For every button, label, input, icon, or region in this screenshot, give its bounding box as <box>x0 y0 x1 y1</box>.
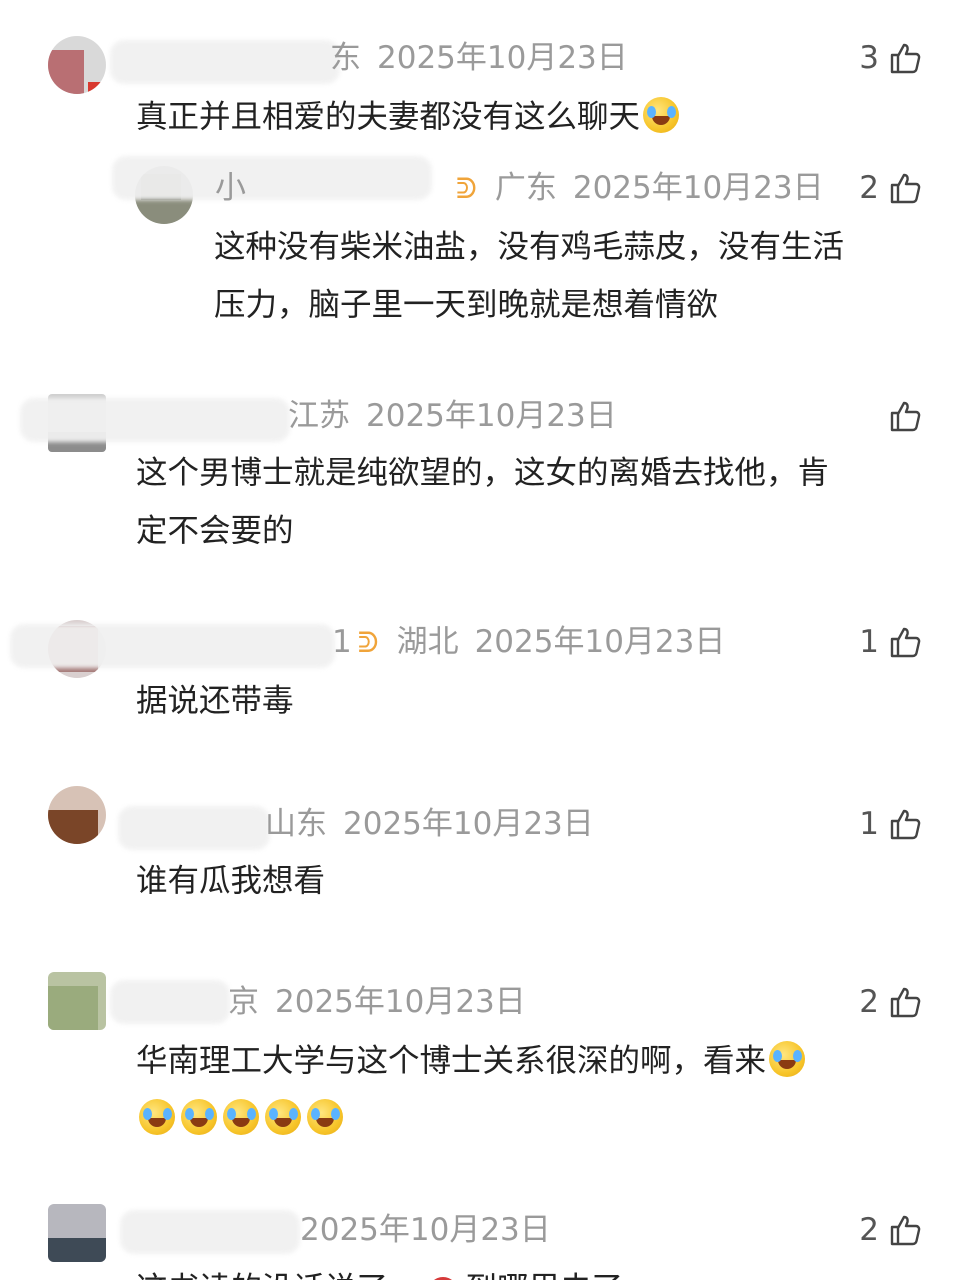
comment-text: 这个男博士就是纯欲望的，这女的离婚去找他，肯 定不会要的 <box>136 455 830 549</box>
comment-text: 这书读的没话说了，!到哪里去了 <box>136 1260 623 1280</box>
comment-date: 2025年10月23日 <box>474 624 726 660</box>
comment-date: 2025年10月23日 <box>572 170 824 206</box>
like-count: 2 <box>859 1212 879 1248</box>
comment-meta: 1 ᕲ 湖北 2025年10月23日 <box>332 620 725 664</box>
thumbs-up-icon <box>889 171 923 205</box>
like-button[interactable]: 3 <box>859 36 923 80</box>
bow-badge-icon: ᕲ <box>357 626 379 659</box>
comment-meta: 山东 2025年10月23日 <box>265 802 594 846</box>
like-button[interactable]: 1 <box>859 802 923 846</box>
comment-text: 这种没有柴米油盐，没有鸡毛蒜皮，没有生活 压力，脑子里一天到晚就是想着情欲 <box>214 229 845 323</box>
laugh-cry-emoji-icon <box>643 97 680 133</box>
laugh-cry-emoji-icon <box>265 1099 301 1135</box>
comment-text: 谁有瓜我想看 <box>136 863 326 899</box>
thumbs-up-icon <box>889 41 923 75</box>
laugh-cry-emoji-icon <box>769 1041 806 1077</box>
region-label: 京 <box>228 984 259 1020</box>
comment-date: 2025年10月23日 <box>300 1212 551 1248</box>
like-count: 1 <box>859 806 879 842</box>
comment-text: 据说还带毒 <box>136 683 294 719</box>
username-blurred[interactable] <box>20 398 290 442</box>
like-button[interactable]: 2 <box>859 1208 923 1252</box>
laugh-cry-emoji-icon <box>307 1099 343 1135</box>
like-count: 2 <box>859 984 879 1020</box>
username-blurred[interactable] <box>110 40 340 84</box>
like-button[interactable]: 1 <box>859 620 923 664</box>
comment-meta: 江苏 2025年10月23日 <box>288 394 617 438</box>
comment-meta: 小 ᕲ 广东 2025年10月23日 <box>215 166 824 210</box>
comment-date: 2025年10月23日 <box>275 984 526 1020</box>
region-label: 山东 <box>265 806 327 842</box>
laugh-cry-emoji-icon <box>181 1099 217 1135</box>
comment-meta: 2025年10月23日 <box>300 1208 551 1252</box>
region-label: 东 <box>330 40 361 76</box>
like-button[interactable]: 2 <box>859 980 923 1024</box>
region-label: 湖北 <box>396 624 459 660</box>
thumbs-up-icon <box>889 985 923 1019</box>
like-count: 2 <box>859 170 879 206</box>
thumbs-up-icon <box>889 807 923 841</box>
comment-list: 东 2025年10月23日 3 真正并且相爱的夫妻都没有这么聊天 小 ᕲ 广东 2025… <box>0 0 965 1280</box>
region-label: 江苏 <box>288 398 350 434</box>
bow-badge-icon: ᕲ <box>456 172 477 205</box>
avatar[interactable] <box>48 972 106 1030</box>
username-fragment: 1 <box>332 624 352 660</box>
comment-text: 华南理工大学与这个博士关系很深的啊，看来 <box>136 1032 808 1148</box>
comment-date: 2025年10月23日 <box>343 806 594 842</box>
like-button[interactable]: 2 <box>859 166 923 210</box>
like-count: 1 <box>859 624 879 660</box>
like-count: 3 <box>859 40 879 76</box>
avatar[interactable] <box>48 786 106 844</box>
username-blurred[interactable] <box>120 1210 300 1254</box>
laugh-cry-emoji-icon <box>139 1099 175 1135</box>
username-blurred[interactable] <box>118 806 270 850</box>
thumbs-up-icon <box>889 1213 923 1247</box>
comment-date: 2025年10月23日 <box>366 398 617 434</box>
thumbs-up-icon <box>889 399 923 433</box>
region-label: 广东 <box>494 170 557 206</box>
like-button[interactable] <box>879 394 923 438</box>
comment-meta: 东 2025年10月23日 <box>330 36 628 80</box>
comment-text: 真正并且相爱的夫妻都没有这么聊天 <box>136 88 682 146</box>
avatar[interactable] <box>48 1204 106 1262</box>
comment-meta: 京 2025年10月23日 <box>228 980 526 1024</box>
avatar[interactable] <box>48 36 106 94</box>
username-blurred[interactable] <box>110 980 230 1024</box>
thumbs-up-icon <box>889 625 923 659</box>
username-fragment: 小 <box>215 170 246 206</box>
laugh-cry-emoji-icon <box>223 1099 259 1135</box>
comment-date: 2025年10月23日 <box>377 40 628 76</box>
username-blurred[interactable] <box>10 624 335 668</box>
